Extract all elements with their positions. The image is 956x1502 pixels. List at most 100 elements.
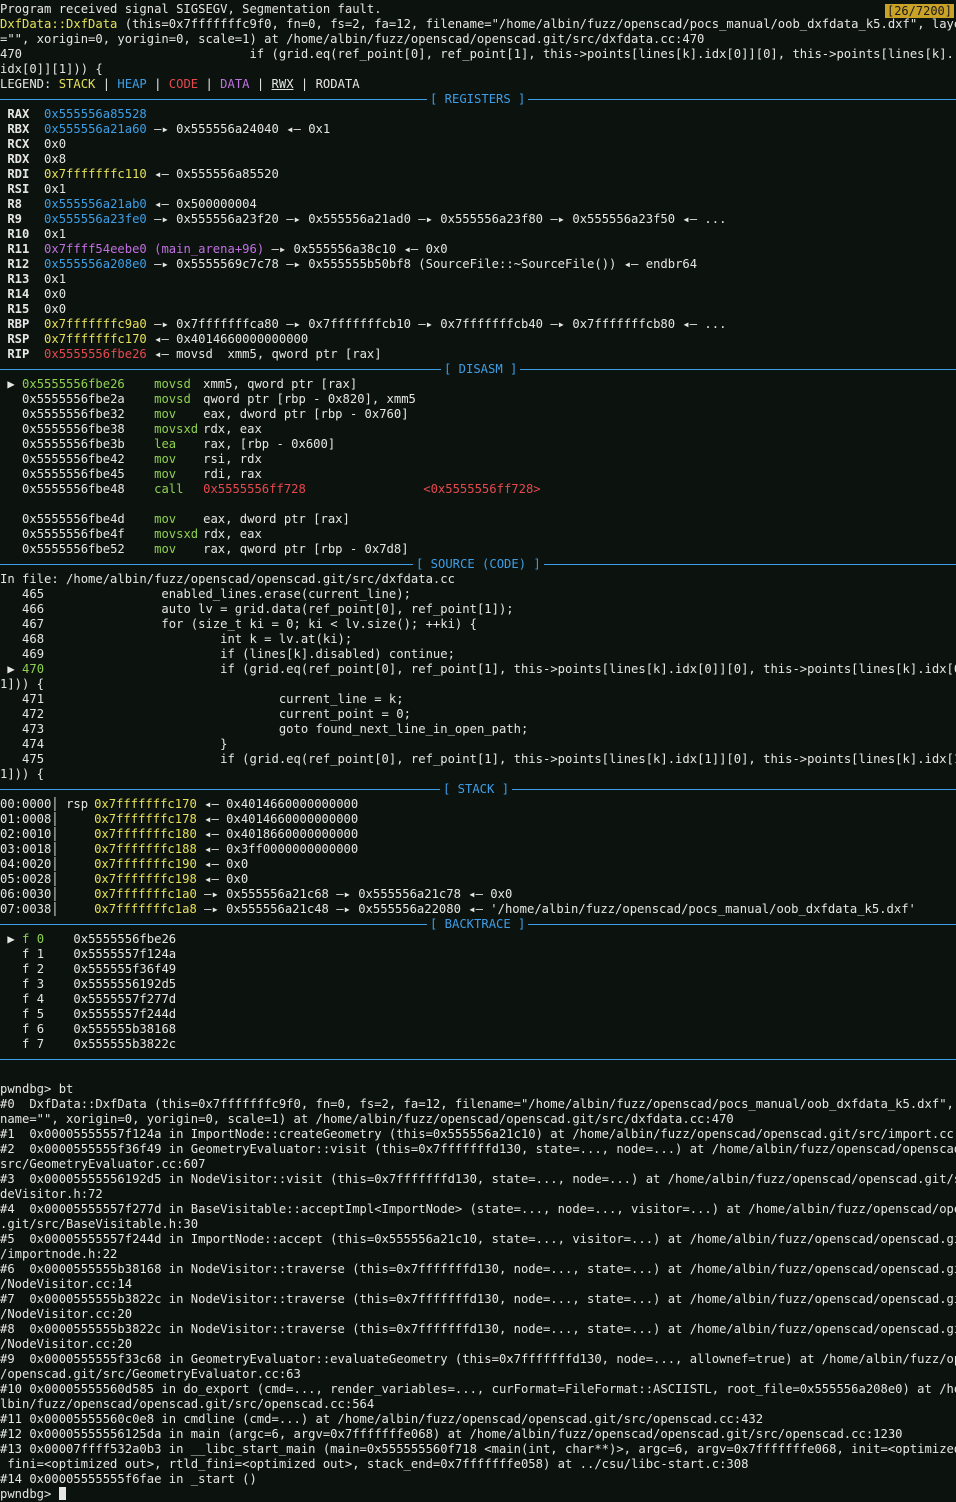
- source-code: goto found_next_line_in_open_path;: [44, 722, 529, 736]
- disasm-operands: xmm5, qword ptr [rax]: [203, 377, 358, 391]
- disasm-address: 0x5555556fbe26: [22, 377, 125, 391]
- register-name: RCX: [7, 137, 30, 151]
- register-chain: —▸ 0x555556a23f20 —▸ 0x555556a21ad0 —▸ 0…: [146, 212, 727, 226]
- backtrace-frame[interactable]: ▶ f 0 0x5555556fbe26: [0, 932, 956, 947]
- register-row: R9 0x555556a23fe0 —▸ 0x555556a23f20 —▸ 0…: [0, 212, 956, 227]
- register-chain: —▸ 0x555556a24040 ◂— 0x1: [146, 122, 331, 136]
- legend-label: LEGEND:: [0, 77, 59, 91]
- backtrace-frame[interactable]: f 6 0x555555b38168: [0, 1022, 956, 1037]
- backtrace-address: 0x555555f36f49: [73, 962, 177, 976]
- stack-offset: 04:0020: [0, 857, 52, 871]
- register-name: RDX: [7, 152, 30, 166]
- disasm-row: 0x5555556fbe2a movsd qword ptr [rbp - 0x8…: [0, 392, 956, 407]
- register-value: 0x1: [44, 182, 67, 196]
- backtrace-title: [ BACKTRACE ]: [427, 917, 529, 932]
- bt-line: #4 0x00005555557f277d in BaseVisitable::…: [0, 1202, 956, 1216]
- stack-address: 0x7fffffffc170: [94, 797, 197, 811]
- disasm-address: 0x5555556fbe4d: [22, 512, 125, 526]
- register-chain: ◂— 0x555556a85520: [146, 167, 279, 181]
- stack-section-header: [ STACK ]: [0, 782, 956, 797]
- stack-register: rsp: [66, 797, 89, 811]
- disasm-address: 0x5555556fbe48: [22, 482, 125, 496]
- register-row: R14 0x0: [0, 287, 956, 302]
- backtrace-address: 0x5555556fbe26: [73, 932, 177, 946]
- disasm-address: 0x5555556fbe2a: [22, 392, 125, 406]
- backtrace-section-header: [ BACKTRACE ]: [0, 917, 956, 932]
- source-line: 468 int k = lv.at(ki);: [0, 632, 956, 647]
- source-line-number: 471: [22, 692, 45, 706]
- frame-line: ="", xorigin=0, yorigin=0, scale=1) at /…: [0, 32, 705, 46]
- stack-row: 02:0010│ 0x7fffffffc180 ◂— 0x40186600000…: [0, 827, 359, 841]
- register-value: 0x7fffffffc110: [44, 167, 147, 181]
- stack-address: 0x7fffffffc188: [94, 842, 197, 856]
- stack-value: —▸ 0x555556a21c68 —▸ 0x555556a21c78 ◂— 0…: [196, 887, 513, 901]
- registers-section-header: [ REGISTERS ]: [0, 92, 956, 107]
- backtrace-frame-id: f 0: [22, 932, 45, 946]
- register-value: 0x7fffffffc170: [44, 332, 147, 346]
- disasm-opcode: mov: [154, 512, 177, 526]
- bt-line: lbin/fuzz/openscad/openscad.git/src/open…: [0, 1397, 375, 1411]
- bt-line: /NodeVisitor.cc:20: [0, 1307, 133, 1321]
- bt-line: #11 0x00005555560c0e8 in cmdline (cmd=..…: [0, 1412, 764, 1426]
- register-row: RDX 0x8: [0, 152, 956, 167]
- disasm-row: 0x5555556fbe45 mov rdi, rax: [0, 467, 956, 482]
- backtrace-frame[interactable]: f 5 0x5555557f244d: [0, 1007, 956, 1022]
- register-value: 0x0: [44, 287, 67, 301]
- register-name: R14: [7, 287, 30, 301]
- source-line-number: 474: [22, 737, 45, 751]
- disasm-row: 0x5555556fbe38 movsxd rdx, eax: [0, 422, 956, 437]
- backtrace-frame[interactable]: f 1 0x5555557f124a: [0, 947, 956, 962]
- source-line-number: 470: [22, 662, 45, 676]
- register-value: 0x7ffff54eebe0 (main_arena+96): [44, 242, 265, 256]
- register-row: R13 0x1: [0, 272, 956, 287]
- register-value: 0x1: [44, 227, 67, 241]
- legend-heap: HEAP: [117, 77, 147, 91]
- disasm-address: 0x5555556fbe38: [22, 422, 125, 436]
- register-name: R10: [7, 227, 30, 241]
- backtrace-frame[interactable]: f 2 0x555555f36f49: [0, 962, 956, 977]
- disasm-row: 0x5555556fbe48 call 0x5555556ff728 <0x555…: [0, 482, 956, 497]
- backtrace-frame[interactable]: f 3 0x5555556192d5: [0, 977, 956, 992]
- bt-line: #12 0x00005555556125da in main (argc=6, …: [0, 1427, 903, 1441]
- stack-row: 00:0000│ rsp 0x7fffffffc170 ◂— 0x40146600…: [0, 797, 359, 811]
- stack-row: 03:0018│ 0x7fffffffc188 ◂— 0x3ff00000000…: [0, 842, 359, 856]
- disasm-operands: rax, [rbp - 0x600]: [203, 437, 336, 451]
- stack-offset: 05:0028: [0, 872, 52, 886]
- stack-offset: 01:0008: [0, 812, 52, 826]
- legend-rwx: RWX: [271, 77, 294, 91]
- stack-address: 0x7fffffffc1a0: [94, 887, 197, 901]
- legend-code: CODE: [168, 77, 199, 91]
- stack-value: ◂— 0x0: [196, 872, 249, 886]
- bt-line: /openscad.git/src/GeometryEvaluator.cc:6…: [0, 1367, 301, 1381]
- stack-address: 0x7fffffffc198: [94, 872, 197, 886]
- source-code: if (grid.eq(ref_point[0], ref_point[1], …: [44, 662, 956, 676]
- source-line: 469 if (lines[k].disabled) continue;: [0, 647, 956, 662]
- register-row: RIP 0x5555556fbe26 ◂— movsd xmm5, qword …: [0, 347, 956, 362]
- disasm-opcode: mov: [154, 467, 177, 481]
- source-code: enabled_lines.erase(current_line);: [44, 587, 411, 601]
- backtrace-frame[interactable]: f 7 0x555555b3822c: [0, 1037, 956, 1052]
- source-line: 1])) {: [0, 677, 956, 692]
- source-line-number: 475: [22, 752, 45, 766]
- prompt-line[interactable]: pwndbg>: [0, 1487, 956, 1502]
- bt-line: fini=<optimized out>, rtld_fini=<optimiz…: [0, 1457, 749, 1471]
- bt-line: name="", xorigin=0, yorigin=0, scale=1) …: [0, 1112, 734, 1126]
- legend: LEGEND: STACK | HEAP | CODE | DATA | RWX…: [0, 77, 956, 92]
- source-line-number: 472: [22, 707, 45, 721]
- register-chain: ◂— movsd xmm5, qword ptr [rax]: [146, 347, 382, 361]
- backtrace-frame[interactable]: f 4 0x5555557f277d: [0, 992, 956, 1007]
- stack-address: 0x7fffffffc190: [94, 857, 197, 871]
- register-value: 0x555556a21a60: [44, 122, 147, 136]
- disasm-opcode: mov: [154, 452, 177, 466]
- bt-line: #3 0x00005555556192d5 in NodeVisitor::vi…: [0, 1172, 956, 1186]
- disasm-title: [ DISASM ]: [441, 362, 521, 377]
- backtrace-frame-id: f 5: [22, 1007, 45, 1021]
- stack-offset: 06:0030: [0, 887, 52, 901]
- register-name: R9: [7, 212, 23, 226]
- source-line-number: 468: [22, 632, 45, 646]
- register-value: 0x0: [44, 302, 67, 316]
- disasm-operands: rdi, rax: [203, 467, 262, 481]
- registers-panel: RAX 0x555556a85528 RBX 0x555556a21a60 —▸…: [0, 107, 956, 362]
- terminal-window[interactable]: Program received signal SIGSEGV, Segment…: [0, 2, 956, 1502]
- stack-row: 01:0008│ 0x7fffffffc178 ◂— 0x40146600000…: [0, 812, 359, 826]
